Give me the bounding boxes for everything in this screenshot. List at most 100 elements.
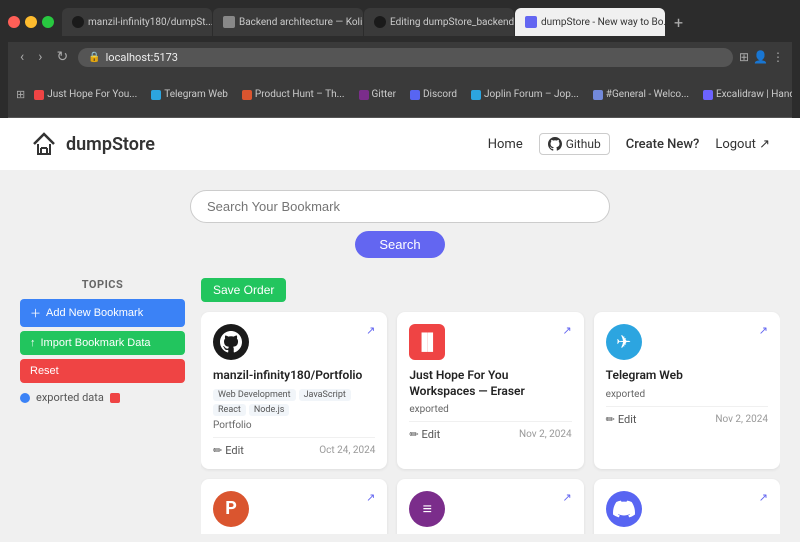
bookmark-card-2: ▐▌ ↗ Just Hope For You Workspaces — Eras… [397,312,583,469]
card-2-edit[interactable]: ✏ Edit [409,428,440,441]
address-bar[interactable]: 🔒 localhost:5173 [78,48,733,67]
bm-just-hope[interactable]: Just Hope For You... [29,87,142,102]
logo-text: dumpStore [66,134,155,155]
browser-tabs: manzil-infinity180/dumpSt... ✕ Backend a… [62,8,792,36]
bm-discord[interactable]: Discord [405,87,462,102]
search-button[interactable]: Search [355,231,444,258]
card-1-ext-link[interactable]: ↗ [366,324,375,337]
card-4-favicon: P [213,491,249,527]
url-text: localhost:5173 [106,51,178,64]
sidebar: TOPICS ＋ Add New Bookmark ↑ Import Bookm… [20,278,185,534]
card-4-ext-link[interactable]: ↗ [366,491,375,504]
tab-2[interactable]: Backend architecture — Koli... ✕ [213,8,363,36]
bm-dot-7 [593,90,603,100]
card-6-favicon [606,491,642,527]
card-5-ext-link[interactable]: ↗ [562,491,571,504]
reset-btn-label: Reset [30,365,59,377]
exported-label: exported data [36,391,104,404]
card-2-favicon: ▐▌ [409,324,445,360]
add-bookmark-button[interactable]: ＋ Add New Bookmark [20,299,185,327]
card-2-ext-link[interactable]: ↗ [562,324,571,337]
github-button[interactable]: Github [539,133,610,155]
card-1-header: ↗ [213,324,375,360]
bm-dot-3 [242,90,252,100]
tag-react: React [213,404,246,416]
card-2-favicon-symbol: ▐▌ [416,332,439,352]
bm-joplin[interactable]: Joplin Forum – Jop... [466,87,584,102]
forward-button[interactable]: › [34,47,46,67]
browser-chrome: manzil-infinity180/dumpSt... ✕ Backend a… [0,0,800,118]
browser-titlebar: manzil-infinity180/dumpSt... ✕ Backend a… [8,8,792,36]
tag-nodejs: Node.js [249,404,290,416]
card-3-ext-link[interactable]: ↗ [759,324,768,337]
home-link[interactable]: Home [488,137,523,152]
reset-button[interactable]: Reset [20,359,185,383]
back-button[interactable]: ‹ [16,47,28,67]
card-2-date: Nov 2, 2024 [519,429,572,440]
delete-dot [110,393,120,403]
traffic-lights [8,16,54,28]
main-layout: TOPICS ＋ Add New Bookmark ↑ Import Bookm… [0,270,800,542]
tab-4[interactable]: dumpStore - New way to Bo... ✕ [515,8,665,36]
discord-icon [613,498,635,520]
bm-dot-6 [471,90,481,100]
card-3-title: Telegram Web [606,368,768,384]
new-tab-button[interactable]: + [666,8,691,36]
app-logo: dumpStore [30,130,155,158]
reload-button[interactable]: ↻ [52,47,72,67]
bookmark-grid: ↗ manzil-infinity180/Portfolio Web Devel… [201,312,780,534]
tab-3[interactable]: Editing dumpStore_backend... ✕ [364,8,514,36]
card-3-edit[interactable]: ✏ Edit [606,413,637,426]
card-3-exported: exported [606,389,768,400]
card-5-header: ≡ ↗ [409,491,571,527]
bookmark-card-1: ↗ manzil-infinity180/Portfolio Web Devel… [201,312,387,469]
page-content: dumpStore Home Github Create New? Logout… [0,118,800,542]
logout-link[interactable]: Logout ↗ [715,137,770,152]
card-3-header: ✈ ↗ [606,324,768,360]
menu-icon[interactable]: ⋮ [772,50,784,64]
card-4-favicon-symbol: P [225,498,237,519]
import-btn-label: Import Bookmark Data [41,337,151,349]
profile-icon[interactable]: 👤 [753,50,768,64]
tag-web-dev: Web Development [213,389,296,401]
extensions-icon[interactable]: ⊞ [739,50,749,64]
exported-dot [20,393,30,403]
bm-gitter[interactable]: Gitter [354,87,401,102]
bm-excalidraw[interactable]: Excalidraw | Hand-... [698,87,792,102]
save-order-button[interactable]: Save Order [201,278,286,302]
import-icon: ↑ [30,337,36,349]
import-bookmark-button[interactable]: ↑ Import Bookmark Data [20,331,185,355]
toolbar-icons: ⊞ 👤 ⋮ [739,50,784,64]
github-favicon-icon [220,331,242,353]
content-area: Save Order ↗ manzil-infinity180/Portfoli… [201,278,780,534]
close-button[interactable] [8,16,20,28]
search-input[interactable] [190,190,610,223]
create-link[interactable]: Create New? [626,137,700,152]
search-area: Search [0,170,800,270]
bm-discord-label: Discord [423,89,457,100]
bm-dot-5 [410,90,420,100]
tag-js: JavaScript [299,389,351,401]
tab-2-label: Backend architecture — Koli... [239,17,363,28]
minimize-button[interactable] [25,16,37,28]
bm-dot-4 [359,90,369,100]
tab-1[interactable]: manzil-infinity180/dumpSt... ✕ [62,8,212,36]
card-4-header: P ↗ [213,491,375,527]
bm-producthunt[interactable]: Product Hunt – Th... [237,87,350,102]
card-6-ext-link[interactable]: ↗ [759,491,768,504]
bm-general[interactable]: #General - Welco... [588,87,694,102]
github-icon [548,137,562,151]
card-1-tags: Web Development JavaScript React Node.js [213,389,375,416]
bm-joplin-label: Joplin Forum – Jop... [484,89,579,100]
maximize-button[interactable] [42,16,54,28]
bookmark-card-4: P ↗ Product Hunt – The best new products… [201,479,387,534]
card-2-footer: ✏ Edit Nov 2, 2024 [409,421,571,441]
card-1-edit[interactable]: ✏ Edit [213,444,244,457]
bm-excalidraw-label: Excalidraw | Hand-... [716,89,792,100]
bm-telegram[interactable]: Telegram Web [146,87,233,102]
bm-dot-1 [34,90,44,100]
sidebar-title: TOPICS [20,278,185,291]
lock-icon: 🔒 [88,52,100,63]
card-3-favicon-symbol: ✈ [616,332,631,353]
add-btn-label: Add New Bookmark [46,307,143,319]
